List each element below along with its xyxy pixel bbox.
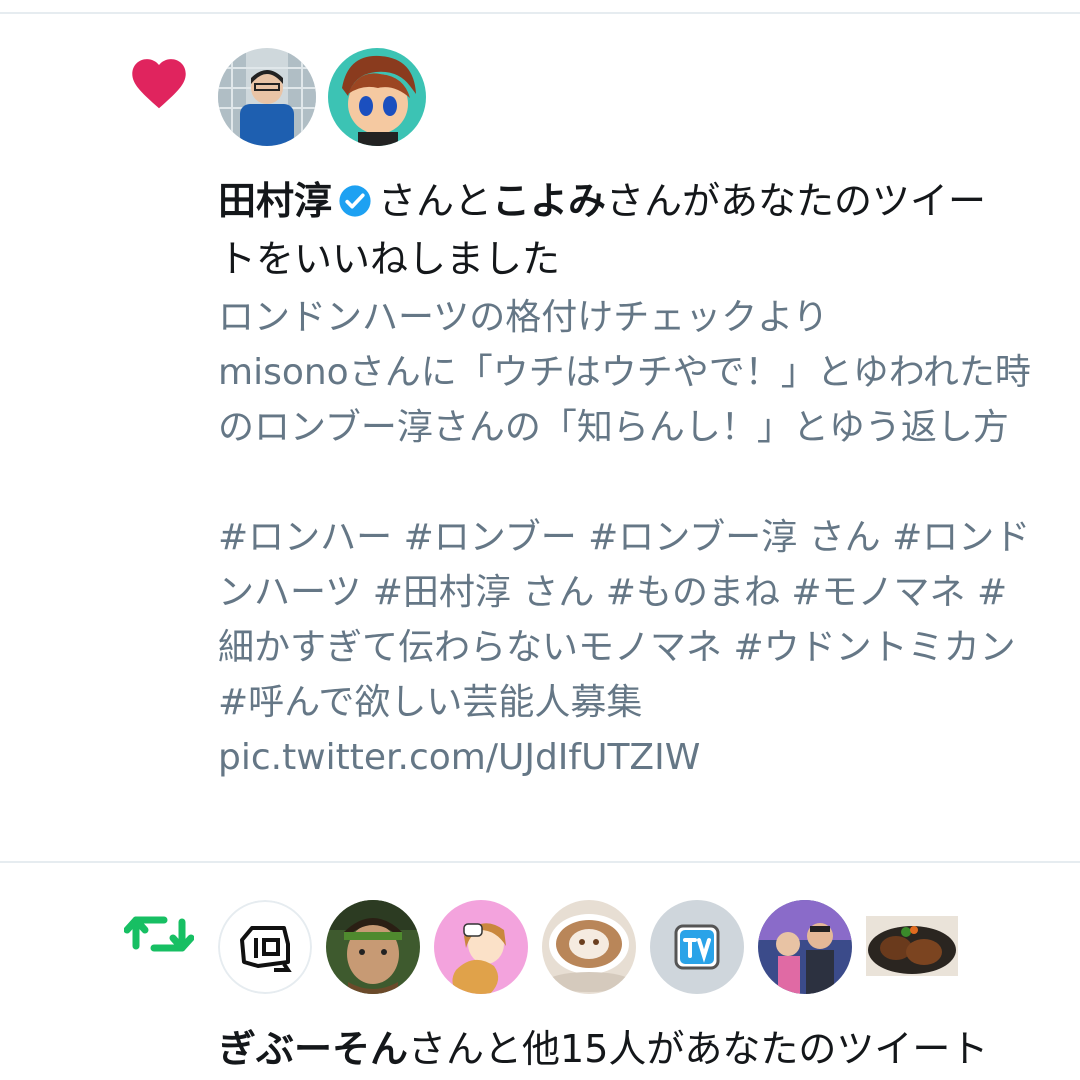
avatar-koyomi[interactable] xyxy=(328,48,426,146)
user-name[interactable]: こよみ xyxy=(492,179,606,223)
tweet-text[interactable]: ロンドンハーツの格付けチェックより misonoさんに「ウチはウチやで！」とゆわ… xyxy=(218,290,1038,785)
like-headline: 田村淳 さんとこよみさんがあなたのツイートをいいねしました xyxy=(218,172,1018,288)
avatar-tamura[interactable] xyxy=(218,48,316,146)
avatar-tv[interactable] xyxy=(650,900,744,994)
retweet-icon xyxy=(123,908,195,964)
avatar-logo[interactable] xyxy=(218,900,312,994)
avatar-warrior[interactable] xyxy=(326,900,420,994)
verified-badge-icon xyxy=(338,176,372,217)
connector-text: さんと xyxy=(378,179,493,223)
avatar-pink-illustration[interactable] xyxy=(434,900,528,994)
avatar-people[interactable] xyxy=(758,900,852,994)
avatar-latte-art[interactable] xyxy=(542,900,636,994)
heart-icon xyxy=(128,54,190,114)
top-divider xyxy=(0,12,1080,14)
retweet-headline: ぎぶーそんさんと他15人があなたのツイート xyxy=(218,1020,1018,1078)
notification-divider xyxy=(0,861,1080,863)
avatar-food[interactable] xyxy=(866,916,958,976)
retweet-suffix: さんと他15人があなたのツイート xyxy=(408,1027,989,1071)
user-name[interactable]: ぎぶーそん xyxy=(218,1027,408,1071)
user-name[interactable]: 田村淳 xyxy=(218,179,332,223)
